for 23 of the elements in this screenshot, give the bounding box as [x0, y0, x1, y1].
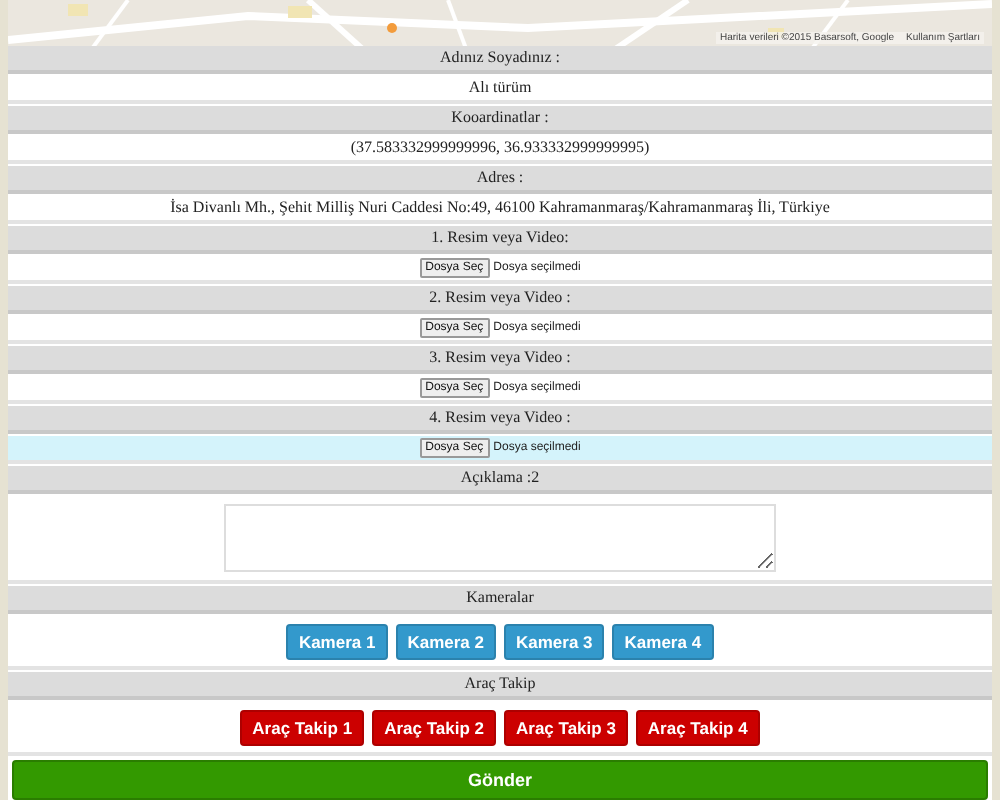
section-header: Açıklama :2 — [8, 466, 992, 494]
action-button[interactable]: Araç Takip 4 — [635, 709, 760, 745]
section-header: 2. Resim veya Video : — [8, 286, 992, 314]
action-button[interactable]: Kamera 1 — [286, 623, 388, 659]
section-header: Kooardinatlar : — [8, 106, 992, 134]
section-header: Adınız Soyadınız : — [8, 46, 992, 74]
action-button[interactable]: Kamera 4 — [612, 623, 714, 659]
submit-button[interactable]: Gönder — [12, 760, 988, 800]
action-button[interactable]: Kamera 3 — [504, 623, 605, 659]
description-field[interactable] — [224, 504, 776, 572]
field-value: (37.583332999999996, 36.933332999999995) — [350, 136, 650, 160]
section-header: 1. Resim veya Video: — [8, 226, 992, 254]
section-header: 4. Resim veya Video : — [8, 406, 992, 434]
field-value: İsa Divanlı Mh., Şehit Milliş Nuri Caddesi No:49, 46100 Kahramanmaraş/Kahramanmaraş İli, Türkiye — [170, 196, 830, 220]
section-header: Adres : — [8, 166, 992, 194]
section-header: Kameralar — [8, 586, 992, 614]
section-header: Araç Takip — [8, 672, 992, 700]
action-button[interactable]: Araç Takip 1 — [240, 709, 365, 745]
section-header: 3. Resim veya Video : — [8, 346, 992, 374]
action-button[interactable]: Araç Takip 3 — [504, 709, 628, 745]
action-button[interactable]: Kamera 2 — [395, 623, 496, 659]
action-button[interactable]: Araç Takip 2 — [372, 709, 496, 745]
field-value: Alı türüm — [468, 76, 532, 100]
